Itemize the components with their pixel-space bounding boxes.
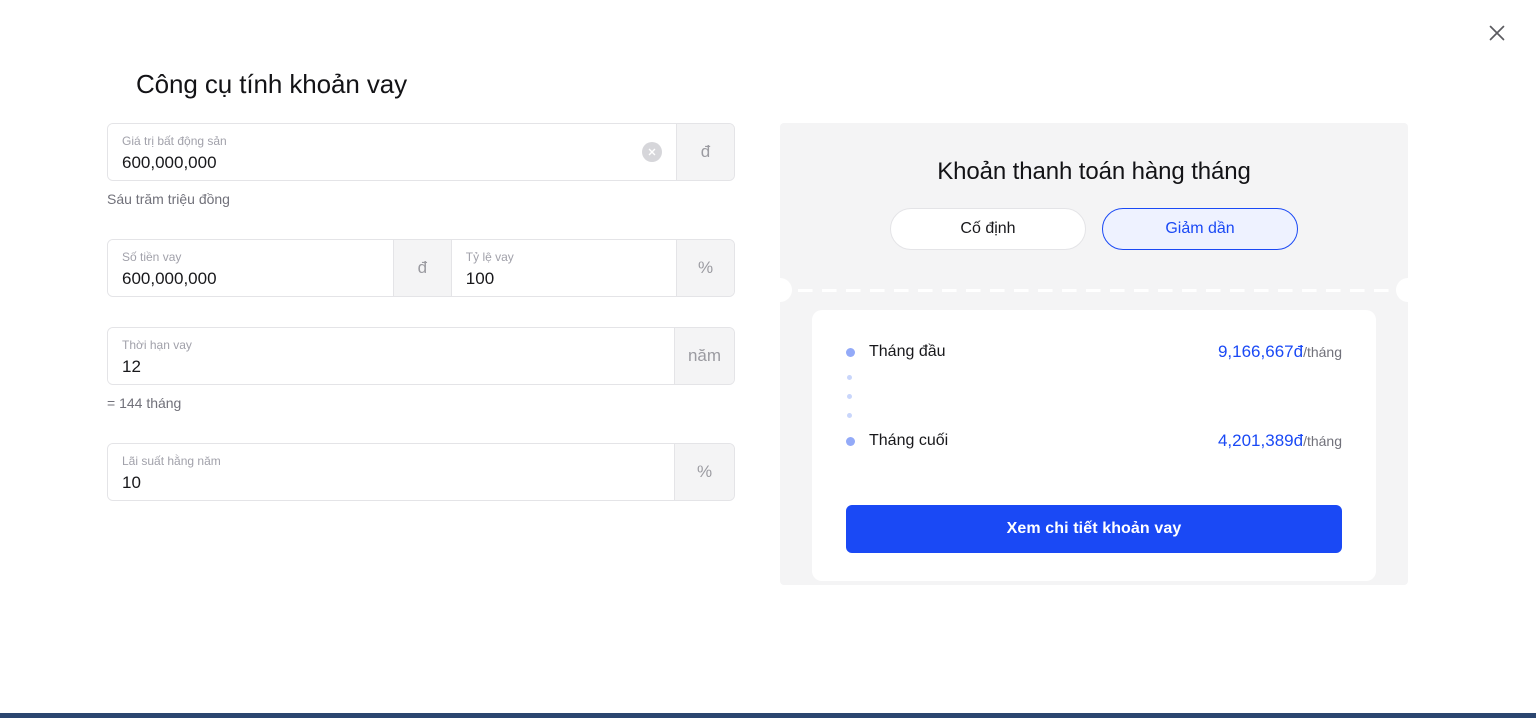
loan-term-cell: Thời hạn vay bbox=[108, 328, 674, 384]
payment-result-rows: Tháng đầu 9,166,667đ/tháng Tháng cuối 4,… bbox=[846, 340, 1342, 453]
loan-calculator-modal: Công cụ tính khoản vay Giá trị bất động … bbox=[0, 0, 1536, 718]
field-row-loan-term: Thời hạn vay năm bbox=[107, 327, 735, 385]
interest-rate-label: Lãi suất hằng năm bbox=[122, 454, 221, 468]
loan-ratio-cell: Tỷ lệ vay bbox=[450, 240, 676, 296]
progress-dots bbox=[846, 375, 1342, 418]
loan-term-input[interactable] bbox=[122, 355, 660, 379]
interest-rate-cell: Lãi suất hằng năm bbox=[108, 444, 674, 500]
property-value-helper: Sáu trăm triệu đồng bbox=[107, 191, 230, 207]
last-month-amount-value: 4,201,389đ bbox=[1217, 431, 1304, 450]
interest-rate-group: Lãi suất hằng năm % bbox=[107, 443, 735, 501]
toggle-declining-payment[interactable]: Giảm dần bbox=[1102, 208, 1298, 250]
loan-input-form: Giá trị bất động sản đ Sáu trăm triệu đồ… bbox=[107, 123, 735, 501]
monthly-payment-summary-panel: Khoản thanh toán hàng tháng Cố định Giảm… bbox=[780, 123, 1408, 585]
small-dot-icon bbox=[847, 394, 852, 399]
toggle-fixed-payment[interactable]: Cố định bbox=[890, 208, 1086, 250]
result-row-last-month: Tháng cuối 4,201,389đ/tháng bbox=[846, 429, 1342, 453]
dashed-line bbox=[798, 289, 1390, 292]
last-month-amount: 4,201,389đ/tháng bbox=[1218, 429, 1342, 453]
first-month-label: Tháng đầu bbox=[869, 343, 946, 360]
bottom-strip bbox=[0, 713, 1536, 718]
property-value-input[interactable] bbox=[122, 151, 662, 175]
small-dot-icon bbox=[847, 375, 852, 380]
page-title: Công cụ tính khoản vay bbox=[136, 69, 407, 99]
loan-ratio-suffix: % bbox=[676, 240, 734, 296]
field-row-interest-rate: Lãi suất hằng năm % bbox=[107, 443, 735, 501]
last-month-left: Tháng cuối bbox=[846, 429, 948, 453]
close-icon[interactable] bbox=[1480, 16, 1514, 50]
loan-amount-label: Số tiền vay bbox=[122, 250, 182, 264]
field-row-property-value: Giá trị bất động sản đ bbox=[107, 123, 735, 181]
loan-amount-input[interactable] bbox=[122, 267, 379, 291]
notch-left-icon bbox=[780, 278, 792, 302]
first-month-left: Tháng đầu bbox=[846, 340, 946, 364]
loan-ratio-input[interactable] bbox=[465, 267, 662, 291]
bullet-dot-icon bbox=[846, 436, 855, 446]
interest-rate-suffix: % bbox=[674, 444, 734, 500]
loan-amount-ratio-group: Số tiền vay đ Tỷ lệ vay % bbox=[107, 239, 735, 297]
ticket-perforation-divider bbox=[780, 278, 1408, 302]
loan-amount-cell: Số tiền vay bbox=[108, 240, 393, 296]
property-value-group: Giá trị bất động sản đ bbox=[107, 123, 735, 181]
property-value-suffix: đ bbox=[676, 124, 734, 180]
payment-result-card: Tháng đầu 9,166,667đ/tháng Tháng cuối 4,… bbox=[812, 310, 1376, 581]
summary-title: Khoản thanh toán hàng tháng bbox=[937, 158, 1251, 185]
bullet-dot-icon bbox=[846, 347, 855, 357]
notch-right-icon bbox=[1396, 278, 1408, 302]
first-month-amount: 9,166,667đ/tháng bbox=[1218, 340, 1342, 364]
field-row-loan-amount-ratio: Số tiền vay đ Tỷ lệ vay % bbox=[107, 239, 735, 297]
loan-term-suffix: năm bbox=[674, 328, 734, 384]
loan-term-label: Thời hạn vay bbox=[122, 338, 192, 352]
payment-type-toggle-group: Cố định Giảm dần bbox=[780, 208, 1408, 250]
property-value-cell: Giá trị bất động sản bbox=[108, 124, 676, 180]
first-month-amount-value: 9,166,667đ bbox=[1217, 342, 1304, 361]
last-month-amount-period: /tháng bbox=[1303, 433, 1342, 449]
clear-circle-icon[interactable] bbox=[642, 142, 662, 162]
small-dot-icon bbox=[847, 413, 852, 418]
loan-term-group: Thời hạn vay năm bbox=[107, 327, 735, 385]
last-month-label: Tháng cuối bbox=[869, 432, 949, 449]
interest-rate-input[interactable] bbox=[122, 471, 660, 495]
loan-term-helper: = 144 tháng bbox=[107, 395, 182, 411]
loan-ratio-label: Tỷ lệ vay bbox=[465, 250, 514, 264]
result-row-first-month: Tháng đầu 9,166,667đ/tháng bbox=[846, 340, 1342, 364]
property-value-label: Giá trị bất động sản bbox=[122, 134, 227, 148]
loan-amount-suffix: đ bbox=[392, 240, 451, 296]
first-month-amount-period: /tháng bbox=[1303, 344, 1342, 360]
view-loan-details-button[interactable]: Xem chi tiết khoản vay bbox=[846, 505, 1342, 553]
